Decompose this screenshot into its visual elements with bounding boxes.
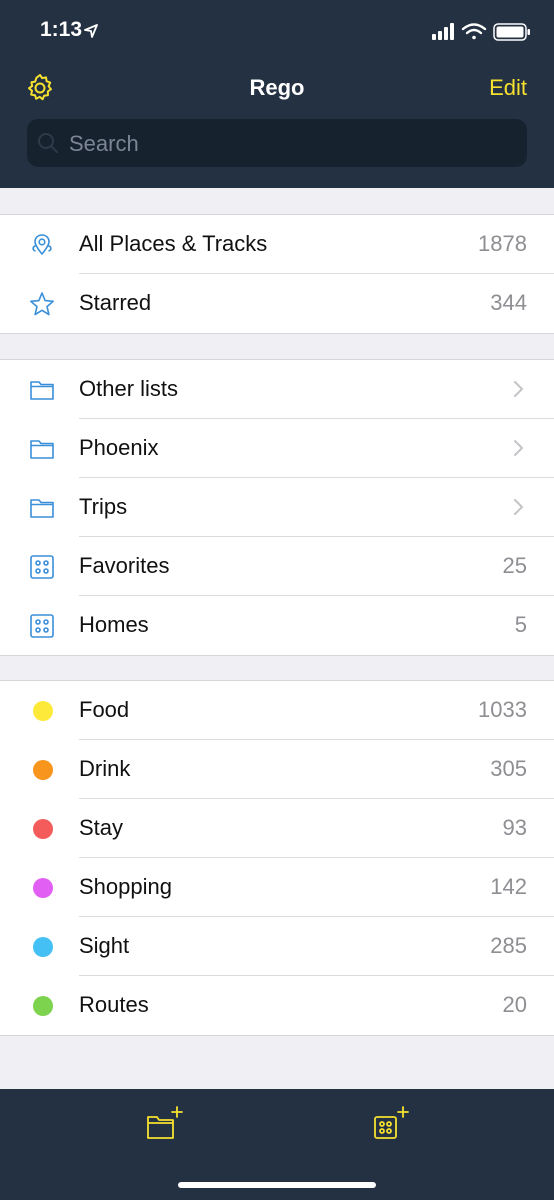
group-all: All Places & Tracks 1878 Starred 344 xyxy=(0,214,554,334)
list-row-label: Trips xyxy=(79,494,128,519)
group-categories: Food 1033 Drink 305 Stay 93 Shopping 142… xyxy=(0,680,554,1036)
list-row-trips[interactable]: Trips xyxy=(0,478,554,537)
list-row-count: 5 xyxy=(514,612,527,637)
list-row-favorites[interactable]: Favorites 25 xyxy=(0,537,554,596)
list-row-count: 25 xyxy=(502,553,527,578)
list-row-label: Stay xyxy=(79,815,124,840)
folder-icon xyxy=(30,499,54,518)
status-icons xyxy=(432,23,530,41)
list-row-starred[interactable]: Starred 344 xyxy=(0,274,554,333)
category-dot-routes xyxy=(33,996,53,1016)
list-row-label: Starred xyxy=(79,290,152,315)
list-row-sight[interactable]: Sight 285 xyxy=(0,917,554,976)
list-row-label: All Places & Tracks xyxy=(79,231,268,256)
cellular-signal-icon xyxy=(432,23,454,40)
list-row-label: Homes xyxy=(79,612,149,637)
list-row-count: 344 xyxy=(490,290,527,315)
list-row-shopping[interactable]: Shopping 142 xyxy=(0,858,554,917)
group-lists: Other lists Phoenix Trips Favorites 25 H… xyxy=(0,359,554,656)
search-field[interactable] xyxy=(27,119,527,169)
chevron-right-icon xyxy=(514,440,523,456)
folder-icon xyxy=(30,381,54,400)
list-row-label: Drink xyxy=(79,756,131,781)
category-dot-stay xyxy=(33,819,53,839)
category-dot-sight xyxy=(33,937,53,957)
status-time: 1:13 xyxy=(40,18,83,41)
pin-map-icon xyxy=(32,234,52,255)
chevron-right-icon xyxy=(514,499,523,515)
list-row-label: Other lists xyxy=(79,376,179,401)
list-row-food[interactable]: Food 1033 xyxy=(0,681,554,740)
category-dot-shopping xyxy=(33,878,53,898)
list-row-homes[interactable]: Homes 5 xyxy=(0,596,554,655)
list-row-count: 1878 xyxy=(478,231,527,256)
list-row-count: 1033 xyxy=(478,697,527,722)
wifi-icon xyxy=(461,23,487,40)
page-title: Rego xyxy=(249,75,305,100)
star-icon xyxy=(30,292,54,316)
list-row-phoenix[interactable]: Phoenix xyxy=(0,419,554,478)
folder-icon xyxy=(30,440,54,459)
list-row-label: Food xyxy=(79,697,130,722)
home-indicator xyxy=(178,1182,376,1188)
list-row-all-places[interactable]: All Places & Tracks 1878 xyxy=(0,215,554,274)
nav-header: 1:13 Rego Edit xyxy=(0,0,554,188)
list-row-label: Phoenix xyxy=(79,435,159,460)
list-row-label: Sight xyxy=(79,933,130,958)
list-row-count: 93 xyxy=(502,815,527,840)
search-input[interactable] xyxy=(67,119,521,169)
list-row-count: 142 xyxy=(490,874,527,899)
search-icon xyxy=(38,133,58,153)
new-folder-icon[interactable] xyxy=(146,1105,186,1145)
list-row-label: Favorites xyxy=(79,553,170,578)
new-list-icon[interactable] xyxy=(372,1105,412,1145)
category-dot-food xyxy=(33,701,53,721)
battery-icon xyxy=(493,23,530,41)
list-row-label: Shopping xyxy=(79,874,172,899)
list-row-label: Routes xyxy=(79,992,149,1017)
chevron-right-icon xyxy=(514,381,523,397)
list-row-stay[interactable]: Stay 93 xyxy=(0,799,554,858)
list-row-count: 20 xyxy=(502,992,527,1017)
list-grid-icon xyxy=(30,555,54,579)
list-row-count: 285 xyxy=(490,933,527,958)
location-arrow-icon xyxy=(84,24,98,38)
list-row-routes[interactable]: Routes 20 xyxy=(0,976,554,1035)
category-dot-drink xyxy=(33,760,53,780)
edit-button[interactable]: Edit xyxy=(489,75,527,101)
list-row-drink[interactable]: Drink 305 xyxy=(0,740,554,799)
list-row-count: 305 xyxy=(490,756,527,781)
list-grid-icon xyxy=(30,614,54,638)
list-row-other-lists[interactable]: Other lists xyxy=(0,360,554,419)
